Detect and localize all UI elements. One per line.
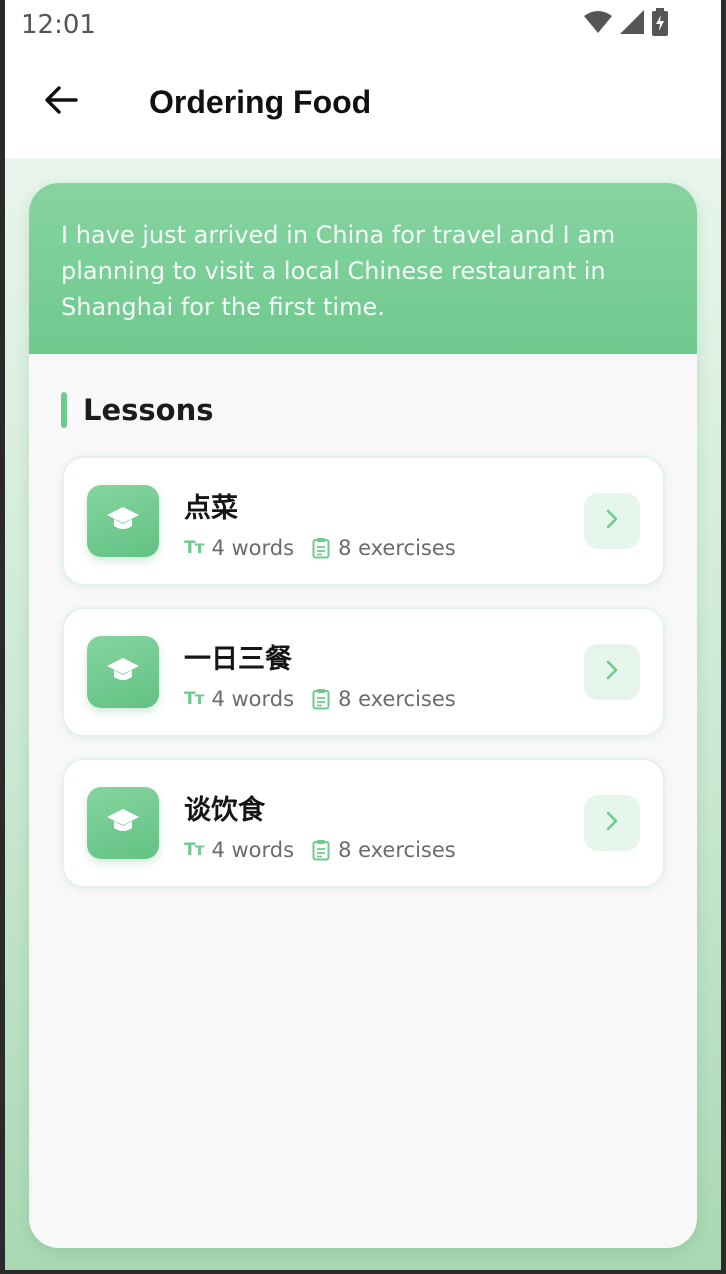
lesson-card-2[interactable]: 一日三餐 Tт 4 words 8 exercises [62,607,665,737]
chevron-right-icon [605,508,619,535]
wifi-icon [583,10,613,39]
word-count: Tт 4 words [184,838,294,862]
status-bar: 12:01 [5,0,721,50]
graduation-cap-icon [106,807,140,840]
exercise-count: 8 exercises [312,838,456,862]
graduation-cap-icon [106,656,140,689]
word-count-label: 4 words [211,838,295,862]
word-count-label: 4 words [211,536,295,560]
scenario-header: I have just arrived in China for travel … [29,183,697,354]
clipboard-icon [312,839,330,861]
signal-icon [619,9,645,40]
exercise-count: 8 exercises [312,536,456,560]
app-bar: Ordering Food [5,50,721,158]
scenario-card: I have just arrived in China for travel … [29,183,697,1248]
exercise-count-label: 8 exercises [338,536,456,560]
section-accent-bar [61,392,67,428]
lesson-icon [87,485,159,557]
status-icons [583,7,669,41]
word-count: Tт 4 words [184,687,294,711]
chevron-right-icon [605,659,619,686]
lesson-title: 一日三餐 [184,644,292,675]
graduation-cap-icon [106,505,140,538]
lesson-icon [87,787,159,859]
scenario-description: I have just arrived in China for travel … [61,221,616,321]
lesson-meta: Tт 4 words 8 exercises [184,685,456,713]
battery-charging-icon [651,7,669,41]
lesson-open-button[interactable] [584,493,640,549]
chevron-right-icon [605,810,619,837]
clipboard-icon [312,688,330,710]
lessons-heading: Lessons [61,390,214,430]
back-button[interactable] [39,80,83,124]
lesson-title: 点菜 [184,493,238,524]
lesson-icon [87,636,159,708]
exercise-count: 8 exercises [312,687,456,711]
text-size-icon: Tт [184,538,204,558]
page-title: Ordering Food [149,84,372,120]
lessons-title: Lessons [83,393,214,427]
text-size-icon: Tт [184,840,204,860]
app-screen: 12:01 Ordering Food I have just arrived … [5,0,721,1270]
exercise-count-label: 8 exercises [338,838,456,862]
lesson-title: 谈饮食 [184,795,265,826]
lesson-meta: Tт 4 words 8 exercises [184,534,456,562]
lesson-open-button[interactable] [584,644,640,700]
lesson-card-3[interactable]: 谈饮食 Tт 4 words 8 exercises [62,758,665,888]
status-time: 12:01 [21,10,96,40]
lesson-meta: Tт 4 words 8 exercises [184,836,456,864]
lesson-open-button[interactable] [584,795,640,851]
word-count-label: 4 words [211,687,295,711]
lesson-card-1[interactable]: 点菜 Tт 4 words 8 exercises [62,456,665,586]
word-count: Tт 4 words [184,536,294,560]
arrow-left-icon [44,85,78,120]
exercise-count-label: 8 exercises [338,687,456,711]
clipboard-icon [312,537,330,559]
text-size-icon: Tт [184,689,204,709]
